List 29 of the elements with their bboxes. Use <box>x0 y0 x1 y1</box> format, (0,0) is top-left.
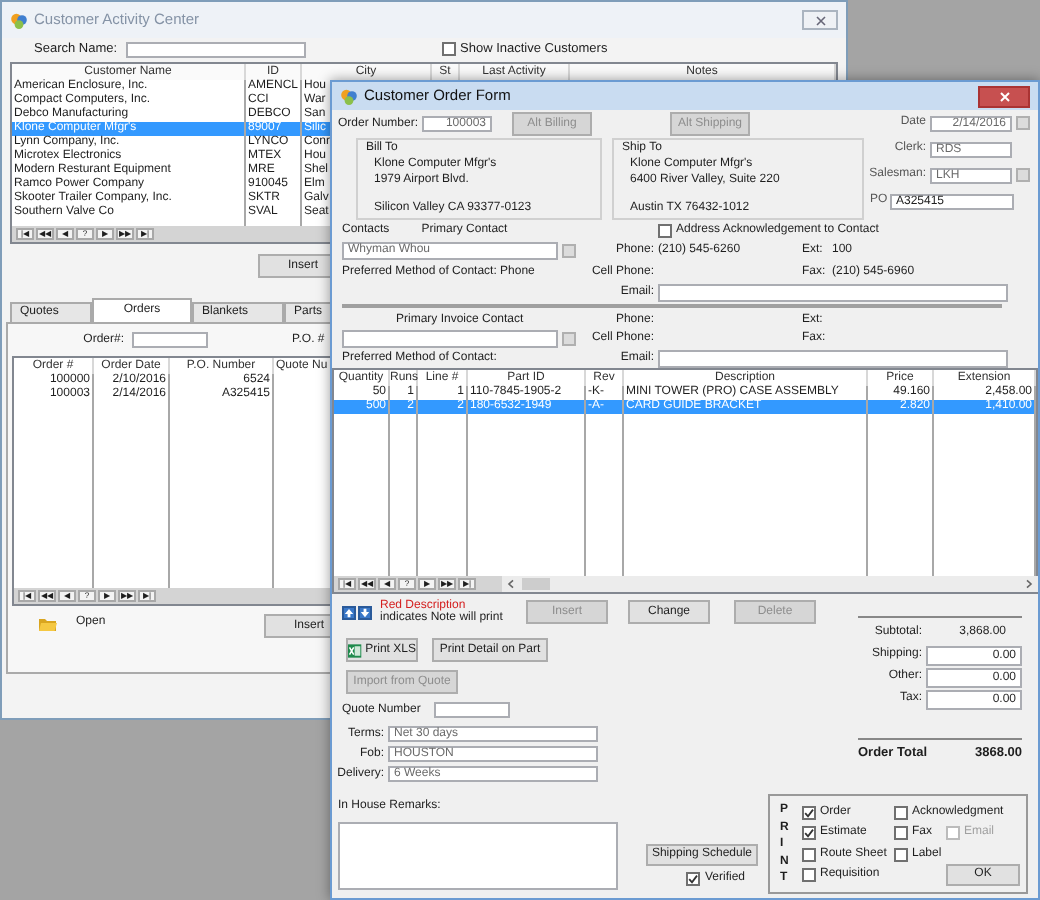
app-icon <box>10 11 28 29</box>
checkbox[interactable] <box>802 847 816 862</box>
remarks-field[interactable] <box>338 821 618 890</box>
checkbox[interactable] <box>442 42 456 56</box>
close-icon <box>999 91 1009 101</box>
checkbox[interactable] <box>802 826 816 841</box>
email-field[interactable] <box>658 283 1008 301</box>
close-button[interactable] <box>802 10 838 30</box>
down-arrow-icon <box>360 607 370 617</box>
order-number-field[interactable] <box>132 332 208 348</box>
checkbox[interactable] <box>894 847 908 862</box>
move-down-button[interactable] <box>358 605 372 619</box>
checkbox[interactable] <box>802 805 816 820</box>
spreadsheet-icon <box>348 643 362 657</box>
checkbox[interactable] <box>802 868 816 883</box>
checkbox[interactable] <box>894 805 908 820</box>
checkbox[interactable] <box>686 872 701 886</box>
move-up-button[interactable] <box>342 605 356 619</box>
search-field[interactable] <box>126 41 306 57</box>
contact-field[interactable] <box>342 330 558 348</box>
app-icon <box>340 87 358 105</box>
email-field[interactable] <box>658 349 1008 367</box>
checkbox[interactable] <box>658 224 672 238</box>
folder-icon <box>38 616 58 632</box>
checkbox[interactable] <box>894 826 908 841</box>
close-button[interactable] <box>978 85 1030 107</box>
up-arrow-icon <box>344 607 354 617</box>
quote-number-field[interactable] <box>434 702 510 718</box>
close-icon <box>815 15 825 25</box>
